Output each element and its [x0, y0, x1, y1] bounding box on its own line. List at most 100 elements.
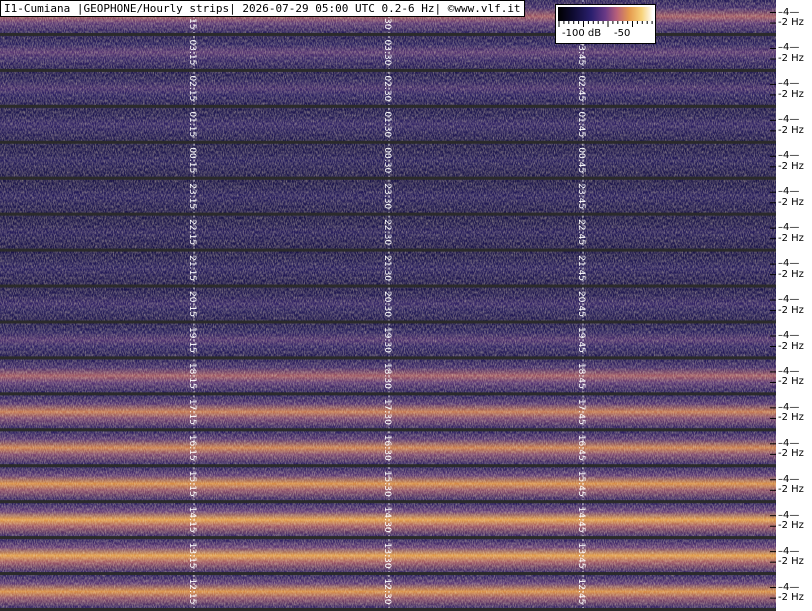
- time-mark-label: 02:30: [382, 75, 392, 101]
- strip-separator: [0, 536, 776, 540]
- spectrogram-plot: 04:1504:3004:4503:1503:3003:4502:1502:30…: [0, 0, 776, 611]
- time-mark-label: 15:15: [187, 471, 197, 497]
- colorbar-label-high: -50: [614, 28, 631, 39]
- frequency-tick-label: –4—: [778, 78, 800, 90]
- time-mark-label: 14:45: [576, 507, 586, 533]
- time-mark-label: 01:15: [187, 111, 197, 137]
- frequency-tick-label: –4—: [778, 150, 800, 162]
- frequency-tick-label: -2 Hz: [778, 376, 804, 388]
- time-mark-label: 21:45: [576, 255, 586, 281]
- time-mark-label: 18:45: [576, 363, 586, 389]
- frequency-tick-label: –4—: [778, 581, 800, 593]
- time-mark-label: 12:45: [576, 579, 586, 605]
- time-mark-label: 23:30: [382, 183, 392, 209]
- time-mark-label: 00:45: [576, 147, 586, 173]
- time-mark-label: 19:45: [576, 327, 586, 353]
- frequency-tick-label: -2 Hz: [778, 196, 804, 208]
- colorbar-gradient: [558, 7, 653, 21]
- frequency-tick-label: –4—: [778, 401, 800, 413]
- time-mark-label: 22:45: [576, 219, 586, 245]
- time-mark-label: 13:45: [576, 543, 586, 569]
- frequency-tick-label: -2 Hz: [778, 520, 804, 532]
- time-mark-label: 17:15: [187, 399, 197, 425]
- time-mark-label: 22:30: [382, 219, 392, 245]
- time-mark-label: 15:45: [576, 471, 586, 497]
- time-mark-label: 16:45: [576, 435, 586, 461]
- frequency-tick-label: –4—: [778, 545, 800, 557]
- strip-separator: [0, 104, 776, 108]
- colorbar-legend: -100 dB -50: [555, 4, 656, 44]
- time-mark-label: 18:15: [187, 363, 197, 389]
- time-mark-label: 21:30: [382, 255, 392, 281]
- frequency-tick-label: –4—: [778, 222, 800, 234]
- frequency-tick-label: –4—: [778, 365, 800, 377]
- time-mark-label: 16:30: [382, 435, 392, 461]
- frequency-tick-label: -2 Hz: [778, 484, 804, 496]
- time-mark-label: 00:15: [187, 147, 197, 173]
- colorbar-label-low: -100 dB: [562, 28, 602, 39]
- strip-separator: [0, 248, 776, 252]
- strip-separator: [0, 68, 776, 72]
- frequency-tick-label: -2 Hz: [778, 160, 804, 172]
- strip-separator: [0, 428, 776, 432]
- time-mark-label: 20:45: [576, 291, 586, 317]
- strip-separator: [0, 212, 776, 216]
- time-mark-label: 02:15: [187, 75, 197, 101]
- frequency-tick-label: –4—: [778, 509, 800, 521]
- time-mark-label: 01:45: [576, 111, 586, 137]
- time-mark-label: 23:45: [576, 183, 586, 209]
- time-mark-label: 16:15: [187, 435, 197, 461]
- strip-separator: [0, 320, 776, 324]
- time-mark-label: 21:15: [187, 255, 197, 281]
- frequency-tick-label: –4—: [778, 186, 800, 198]
- time-mark-label: 17:30: [382, 399, 392, 425]
- time-mark-label: 13:30: [382, 543, 392, 569]
- chart-title: I1-Cumiana |GEOPHONE/Hourly strips| 2026…: [0, 0, 525, 17]
- frequency-tick-label: -2 Hz: [778, 304, 804, 316]
- time-mark-label: 20:15: [187, 291, 197, 317]
- time-mark-label: 14:15: [187, 507, 197, 533]
- strip-separator: [0, 500, 776, 504]
- time-mark-label: 19:30: [382, 327, 392, 353]
- strip-separator: [0, 464, 776, 468]
- frequency-tick-label: –4—: [778, 437, 800, 449]
- frequency-tick-label: –4—: [778, 258, 800, 270]
- strip-separator: [0, 356, 776, 360]
- time-mark-label: 00:30: [382, 147, 392, 173]
- time-mark-label: 18:30: [382, 363, 392, 389]
- time-mark-label: 12:15: [187, 579, 197, 605]
- frequency-axis: –4— -2 Hz –4— -2 Hz –4— -2 Hz –4— -2 Hz –4— -2 Hz…: [776, 0, 812, 611]
- frequency-tick-label: -2 Hz: [778, 88, 804, 100]
- frequency-tick-label: –4—: [778, 42, 800, 54]
- frequency-tick-label: -2 Hz: [778, 232, 804, 244]
- frequency-tick-label: –4—: [778, 329, 800, 341]
- frequency-tick-label: -2 Hz: [778, 448, 804, 460]
- frequency-tick-label: -2 Hz: [778, 340, 804, 352]
- strip-separator: [0, 176, 776, 180]
- strip-separator: [0, 140, 776, 144]
- colorbar-ticks: [558, 21, 653, 27]
- time-mark-label: 22:15: [187, 219, 197, 245]
- strip-separator: [0, 284, 776, 288]
- time-mark-label: 15:30: [382, 471, 392, 497]
- time-mark-label: 03:15: [187, 39, 197, 65]
- frequency-tick-label: –4—: [778, 473, 800, 485]
- strip-separator: [0, 392, 776, 396]
- frequency-tick-label: –4—: [778, 114, 800, 126]
- time-mark-label: 19:15: [187, 327, 197, 353]
- strip-separator: [0, 572, 776, 576]
- frequency-tick-label: -2 Hz: [778, 556, 804, 568]
- time-mark-label: 13:15: [187, 543, 197, 569]
- frequency-tick-label: -2 Hz: [778, 268, 804, 280]
- time-mark-label: 20:30: [382, 291, 392, 317]
- time-mark-label: 12:30: [382, 579, 392, 605]
- time-mark-label: 03:30: [382, 39, 392, 65]
- time-mark-label: 23:15: [187, 183, 197, 209]
- time-mark-label: 01:30: [382, 111, 392, 137]
- frequency-tick-label: -2 Hz: [778, 17, 804, 29]
- time-mark-label: 02:45: [576, 75, 586, 101]
- frequency-tick-label: –4—: [778, 6, 800, 18]
- frequency-tick-label: -2 Hz: [778, 53, 804, 64]
- frequency-tick-label: -2 Hz: [778, 412, 804, 424]
- time-mark-label: 17:45: [576, 399, 586, 425]
